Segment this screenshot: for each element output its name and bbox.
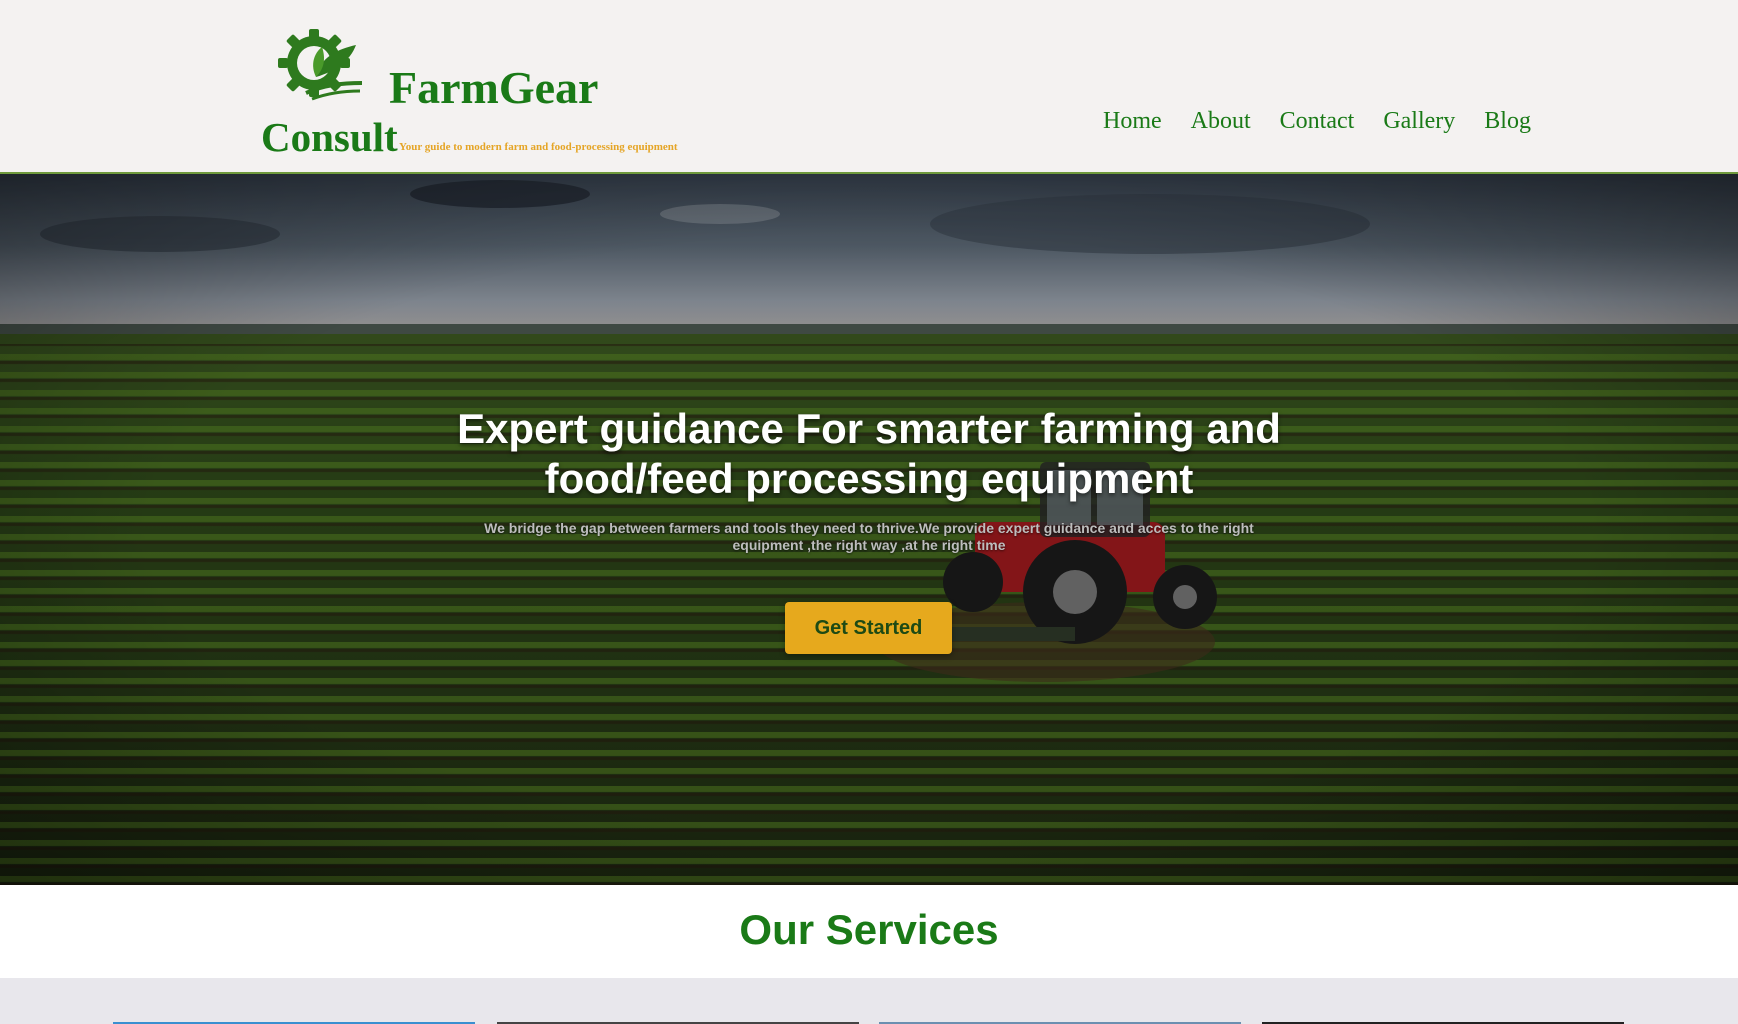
nav-link-blog[interactable]: Blog (1484, 106, 1531, 136)
nav-link-contact[interactable]: Contact (1280, 106, 1355, 136)
nav-link-about[interactable]: About (1191, 106, 1251, 136)
services-header: Our Services (0, 885, 1738, 978)
brand-name[interactable]: FarmGear (389, 62, 598, 114)
hero-title: Expert guidance For smarter farming and … (457, 405, 1281, 502)
nav-link-gallery[interactable]: Gallery (1383, 106, 1455, 136)
gear-leaf-icon[interactable] (276, 27, 366, 103)
hero-section: Expert guidance For smarter farming and … (0, 174, 1738, 885)
brand-tagline: Your guide to modern farm and food-proce… (399, 141, 678, 153)
services-title: Our Services (739, 906, 999, 953)
site-header: FarmGear Consult Your guide to modern fa… (0, 0, 1738, 174)
main-nav: Home About Contact Gallery Blog (1103, 106, 1531, 136)
services-cards-area (0, 978, 1738, 1024)
brand-name-secondary[interactable]: Consult (261, 113, 398, 161)
hero-subtitle: We bridge the gap between farmers and to… (484, 520, 1254, 553)
nav-link-home[interactable]: Home (1103, 106, 1162, 136)
get-started-button[interactable]: Get Started (785, 602, 952, 654)
